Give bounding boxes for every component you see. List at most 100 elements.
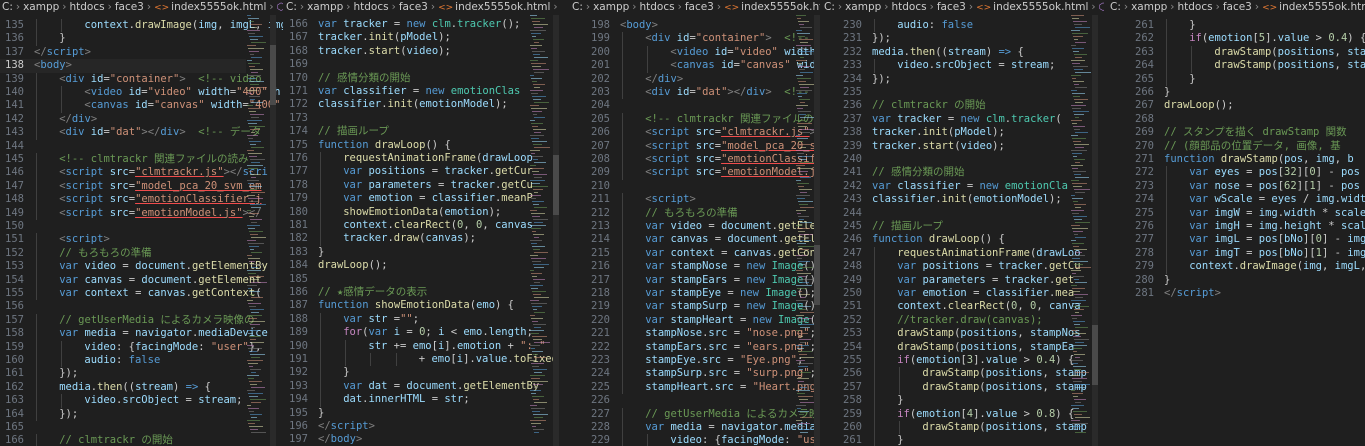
code-line[interactable]: 237 var tracker = new clm.tracker( xyxy=(822,113,1070,126)
code-line[interactable]: 172 classifier.init(emotionModel); xyxy=(284,98,529,111)
code-line[interactable]: 161}); xyxy=(0,367,246,381)
breadcrumb-item[interactable]: htdocs xyxy=(1178,1,1213,13)
code-line[interactable]: 273 var nose = pos[62][1] - pos xyxy=(1108,179,1365,194)
breadcrumb-item[interactable]: face3 xyxy=(399,1,428,13)
code-line[interactable]: 255 if(emotion[3].value > 0.4) { xyxy=(822,354,1074,368)
code-line[interactable]: 136} xyxy=(0,32,246,46)
code-line[interactable]: 178 var parameters = tracker.getCu xyxy=(284,178,533,193)
code-line[interactable]: 271 function drawStamp(pos, img, b xyxy=(1108,153,1365,166)
code-line[interactable]: 176 requestAnimationFrame(drawLoop xyxy=(284,152,533,166)
code-line[interactable]: 160 audio: false xyxy=(0,354,246,368)
code-line[interactable]: 236// clmtrackr の開始 xyxy=(822,99,1070,112)
scrollbar-thumb[interactable] xyxy=(814,245,820,305)
code-line[interactable]: 252//tracker.draw(canvas); xyxy=(822,313,1070,328)
code-line[interactable]: 202 </div> xyxy=(570,72,795,86)
code-line[interactable]: 225stampHeart.src = "Heart.png"; xyxy=(570,380,820,395)
code-line[interactable]: 173 xyxy=(284,112,529,125)
code-line[interactable]: 241// 感情分類の開始 xyxy=(822,166,1070,179)
code-line[interactable]: 144 xyxy=(0,140,246,153)
code-line[interactable]: 165 xyxy=(0,421,246,434)
code-line[interactable]: 275 var imgW = img.width * scale xyxy=(1108,206,1365,220)
code-line[interactable]: 187 function showEmotionData(emo) { xyxy=(284,299,529,312)
code-line[interactable]: 238 tracker.init(pModel); xyxy=(822,126,1070,139)
editor-pane-5[interactable]: C: › xampp › htdocs › face3 › <> index5555ok.html… xyxy=(1108,0,1365,446)
code-line[interactable]: 261} xyxy=(1108,19,1365,33)
code-line[interactable]: 139 <div id="container"> <!-- video xyxy=(0,72,262,86)
code-line[interactable]: 258} xyxy=(822,394,1070,408)
code-line[interactable]: 257 drawStamp(positions, stamp xyxy=(822,380,1087,395)
code-line[interactable]: 256 drawStamp(positions, stamp xyxy=(822,367,1087,381)
code-line[interactable]: 216var stampNose = new Image(); xyxy=(570,260,820,274)
code-line[interactable]: 281 </script> xyxy=(1108,287,1365,300)
code-line[interactable]: 260 drawStamp(positions, stamp xyxy=(822,421,1087,435)
code-line[interactable]: 230 audio: false xyxy=(822,19,1070,33)
code-line[interactable]: 277 var imgL = pos[bNo][0] - img xyxy=(1108,233,1365,247)
code-line[interactable]: 234}); xyxy=(822,73,1070,86)
code-line[interactable]: 269// スタンプを描く drawStamp 関数 xyxy=(1108,126,1365,139)
code-line[interactable]: 150 xyxy=(0,220,246,233)
code-line[interactable]: 240 xyxy=(822,153,1070,166)
code-line[interactable]: 244 xyxy=(822,207,1070,220)
code-line[interactable]: 162 media.then((stream) => { xyxy=(0,380,246,395)
code-line[interactable]: 222 stampEars.src = "ears.png"; xyxy=(570,340,816,354)
minimap[interactable] xyxy=(795,15,816,446)
code-line[interactable]: 195} xyxy=(284,407,529,420)
scrollbar-thumb[interactable] xyxy=(553,155,559,215)
code-line[interactable]: 145 <!-- clmtrackr 関連ファイルの読み xyxy=(0,153,249,167)
code-line[interactable]: 180 showEmotionData(emotion); xyxy=(284,205,529,219)
code-line[interactable]: 259 if(emotion[4].value > 0.8) { xyxy=(822,407,1074,421)
code-line[interactable]: 209<script src="emotionModel.js"> xyxy=(570,166,820,180)
code-line[interactable]: 239 tracker.start(video); xyxy=(822,140,1070,153)
code-line[interactable]: 231}); xyxy=(822,32,1070,45)
code-line[interactable]: 217var stampEars = new Image(); xyxy=(570,273,820,287)
breadcrumb-item[interactable]: xampp xyxy=(593,1,629,13)
breadcrumb-item[interactable]: index5555ok.html xyxy=(1279,1,1365,13)
code-line[interactable]: 247 requestAnimationFrame(drawLoo xyxy=(822,246,1081,261)
breadcrumb-item[interactable]: index5555ok.html xyxy=(171,1,266,13)
code-line[interactable]: 235 xyxy=(822,86,1070,99)
code-line[interactable]: 154 var canvas = document.getElement xyxy=(0,273,262,287)
code-line[interactable]: 151 <script> xyxy=(0,233,246,247)
code-line[interactable]: 193 var dat = document.getElementBy xyxy=(284,379,539,394)
code-line[interactable]: 158 var media = navigator.mediaDevice xyxy=(0,327,268,341)
code-line[interactable]: 163 video.srcObject = stream; xyxy=(0,394,246,408)
code-line[interactable]: 276 var imgH = img.height * scal xyxy=(1108,220,1365,234)
code-line[interactable]: 148 <script src="emotionClassifier.j xyxy=(0,193,262,207)
code-line[interactable]: 205 <!-- clmtrackr 関連ファイルの読 xyxy=(570,112,820,127)
code-line[interactable]: 279context.drawImage(img, imgL, xyxy=(1108,260,1365,274)
code-line[interactable]: 174// 描画ループ xyxy=(284,125,529,138)
breadcrumb-item[interactable]: xampp xyxy=(1131,1,1167,13)
code-line[interactable]: 183} xyxy=(284,246,529,259)
code-line[interactable]: 229video: {facingMode: "user"}, xyxy=(570,434,820,446)
code-line[interactable]: 250 var emotion = classifier.mea xyxy=(822,287,1074,301)
code-line[interactable]: 223stampEye.src = "Eye.png"; xyxy=(570,354,803,368)
code-area[interactable]: 230 audio: false 231}); 232 media.then((stre… xyxy=(822,15,1087,446)
code-line[interactable]: 135context.drawImage(img, imgL, img xyxy=(0,19,283,33)
code-line[interactable]: 265} xyxy=(1108,72,1365,86)
code-line[interactable]: 184 drawLoop(); xyxy=(284,259,529,272)
breadcrumb-item[interactable]: xampp xyxy=(307,1,343,13)
vertical-scrollbar[interactable] xyxy=(270,15,276,446)
code-area[interactable]: 166 var tracker = new clm.tracker(); 167 tr… xyxy=(284,15,560,446)
breadcrumb-item[interactable]: xampp xyxy=(845,1,881,13)
code-line[interactable]: 149 <script src="emotionModel.js"></ xyxy=(0,206,262,220)
code-line[interactable]: 181 context.clearRect(0, 0, canvas xyxy=(284,219,533,233)
code-line[interactable]: 232 media.then((stream) => { xyxy=(822,46,1070,59)
breadcrumb-item[interactable]: C: xyxy=(572,1,583,13)
code-line[interactable]: 253 drawStamp(positions, stampNos xyxy=(822,327,1081,341)
code-line[interactable]: 274 var wScale = eyes / img.widt xyxy=(1108,193,1365,207)
code-line[interactable]: 254 drawStamp(positions, stampEa xyxy=(822,340,1074,354)
code-line[interactable]: 227// getUserMedia によるカメラ映 xyxy=(570,407,820,421)
vertical-scrollbar[interactable] xyxy=(1092,15,1098,446)
code-line[interactable]: 203<div id="dat"></div> <!-- デ xyxy=(570,86,820,100)
code-line[interactable]: 141 <canvas id="canvas" width="400" xyxy=(0,99,280,113)
code-line[interactable]: 140 <video id="video" width="400" h xyxy=(0,86,280,100)
code-line[interactable]: 207<script src="model_pca_20_svm_ xyxy=(570,139,820,153)
code-line[interactable]: 177 var positions = tracker.getCur xyxy=(284,165,533,179)
code-line[interactable]: 157// getUserMedia によるカメラ映像の xyxy=(0,313,255,328)
code-line[interactable]: 199<div id="container"> <!-- vi xyxy=(570,32,820,46)
code-line[interactable]: 146 <script src="clmtrackr.js"></scri xyxy=(0,166,268,180)
code-line[interactable]: 221 stampNose.src = "nose.png"; xyxy=(570,327,816,341)
code-line[interactable]: 246 function drawLoop() { xyxy=(822,233,1070,246)
minimap[interactable] xyxy=(1070,15,1091,446)
